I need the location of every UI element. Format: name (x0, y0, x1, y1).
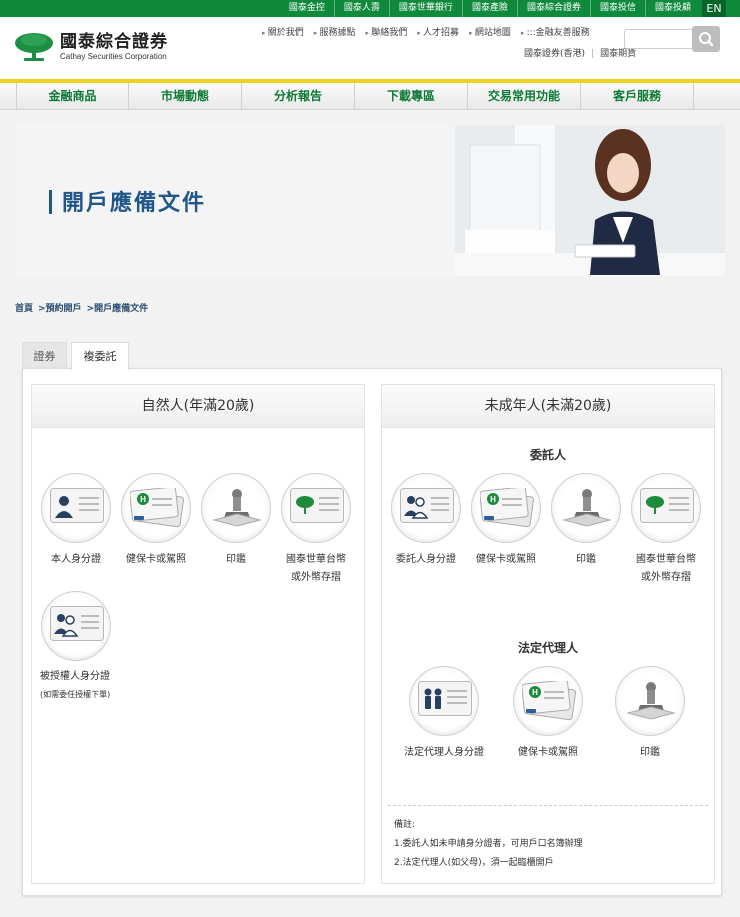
search-icon (699, 32, 714, 47)
doc-item: 國泰世華台幣 或外幣存摺 (276, 473, 356, 587)
banner-photo-illustration (455, 125, 725, 276)
doc-label: 法定代理人身分證 (404, 747, 484, 758)
doc-note-authorized: (如需委任授權下單) (40, 690, 111, 699)
doc-item: H 健保卡或駕照 (508, 666, 588, 762)
breadcrumb-booking[interactable]: >預約開戶 (38, 304, 82, 314)
doc-item: 印鑑 (196, 473, 276, 569)
search-box (624, 26, 720, 52)
seal-stamp-icon (562, 489, 612, 527)
svg-text:H: H (532, 688, 538, 697)
doc-label: 本人身分證 (51, 554, 101, 565)
passbook-icon (290, 488, 344, 523)
notes-title: 備註: (394, 820, 416, 830)
group-link[interactable]: 國泰世華銀行 (388, 0, 462, 17)
doc-label: 國泰世華台幣 或外幣存摺 (286, 554, 346, 583)
tab-sub-brokerage[interactable]: 複委託 (71, 342, 129, 370)
notes: 備註: 1.委託人如未申請身分證者，可用戶口名簿辦理 2.法定代理人(如父母)，… (388, 805, 708, 873)
svg-text:H: H (140, 495, 146, 504)
doc-item: 印鑑 (546, 473, 626, 569)
link-sitemap[interactable]: 網站地圖 (469, 25, 511, 38)
main-nav: 金融商品 市場動態 分析報告 下載專區 交易常用功能 客戶服務 (0, 83, 740, 110)
nav-customer-service[interactable]: 客戶服務 (581, 83, 694, 110)
tab-securities[interactable]: 證券 (22, 342, 67, 369)
tree-logo-icon (15, 33, 53, 61)
doc-item: 法定代理人身分證 (404, 666, 484, 762)
breadcrumb: 首頁 >預約開戶 >開戶應備文件 (15, 301, 153, 314)
passbook-icon (640, 488, 694, 523)
note-line: 1.委託人如未申請身分證者，可用戶口名簿辦理 (394, 839, 583, 849)
group-link[interactable]: 國泰金控 (280, 0, 334, 17)
health-card-icon: H (130, 488, 184, 528)
minor-column: 未成年人(未滿20歲) 委託人 委託人身分證 H 健保卡或駕照 印鑑 國泰世華台… (381, 384, 715, 884)
subsidiary-links: 國泰證券(香港) | 國泰期貨 (524, 49, 637, 59)
principal-section-title: 委託人 (529, 448, 566, 462)
doc-item: H 健保卡或駕照 (466, 473, 546, 569)
banner-title: 開戶應備文件 (49, 185, 206, 217)
health-card-icon: H (522, 681, 576, 721)
doc-item: 國泰世華台幣 或外幣存摺 (626, 473, 706, 587)
doc-item: 印鑑 (610, 666, 690, 762)
link-hk[interactable]: 國泰證券(香港) (524, 49, 585, 59)
group-link[interactable]: 國泰人壽 (333, 0, 389, 17)
doc-label: 印鑑 (226, 554, 246, 565)
doc-label: 健保卡或駕照 (518, 747, 578, 758)
seal-stamp-icon (626, 682, 676, 720)
page-banner: 開戶應備文件 (15, 125, 725, 276)
principal-id-icon (400, 488, 454, 523)
header: 國泰綜合證券 Cathay Securities Corporation 關於我… (0, 17, 740, 79)
group-link[interactable]: 國泰綜合證券 (516, 0, 590, 17)
doc-label: 印鑑 (640, 747, 660, 758)
guardian-id-icon (418, 681, 472, 716)
logo-chinese-name: 國泰綜合證券 (60, 32, 168, 52)
doc-item-authorized (36, 591, 116, 661)
nav-analysis-reports[interactable]: 分析報告 (242, 83, 355, 110)
doc-label: 委託人身分證 (396, 554, 456, 565)
link-careers[interactable]: 人才招募 (417, 25, 459, 38)
doc-label: 印鑑 (576, 554, 596, 565)
doc-label: 健保卡或駕照 (126, 554, 186, 565)
link-friendly-service[interactable]: :::金融友善服務 (521, 25, 590, 38)
search-button[interactable] (692, 26, 720, 52)
top-bar: 國泰金控 國泰人壽 國泰世華銀行 國泰產險 國泰綜合證券 國泰投信 國泰投顧 E… (0, 0, 740, 17)
link-contact[interactable]: 聯絡我們 (366, 25, 407, 38)
adult-column: 自然人(年滿20歲) 本人身分證 H 健保卡或駕照 印鑑 國泰世華台幣 或外幣存… (31, 384, 365, 884)
language-en-button[interactable]: EN (702, 0, 726, 17)
doc-label: 健保卡或駕照 (476, 554, 536, 565)
guardian-section-title: 法定代理人 (517, 641, 578, 655)
adult-column-title: 自然人(年滿20歲) (32, 385, 364, 428)
nav-trading-functions[interactable]: 交易常用功能 (468, 83, 581, 110)
content-panel: 自然人(年滿20歲) 本人身分證 H 健保卡或駕照 印鑑 國泰世華台幣 或外幣存… (22, 368, 722, 896)
logo[interactable]: 國泰綜合證券 Cathay Securities Corporation (14, 31, 168, 63)
doc-item: H 健保卡或駕照 (116, 473, 196, 569)
nav-downloads[interactable]: 下載專區 (355, 83, 468, 110)
breadcrumb-home[interactable]: 首頁 (15, 304, 33, 314)
svg-text:H: H (490, 495, 496, 504)
minor-column-title: 未成年人(未滿20歲) (382, 385, 714, 428)
search-input[interactable] (624, 29, 694, 49)
logo-english-name: Cathay Securities Corporation (60, 52, 167, 61)
note-line: 2.法定代理人(如父母)，須一起臨櫃開戶 (394, 858, 554, 868)
breadcrumb-current: >開戶應備文件 (86, 304, 149, 314)
seal-stamp-icon (212, 489, 262, 527)
authorized-id-icon (50, 606, 104, 641)
utility-links: 關於我們 服務據點 聯絡我們 人才招募 網站地圖 :::金融友善服務 (262, 25, 600, 38)
doc-item: 委託人身分證 (386, 473, 466, 569)
id-card-icon (50, 488, 104, 523)
doc-label: 國泰世華台幣 或外幣存摺 (636, 554, 696, 583)
link-branches[interactable]: 服務據點 (314, 25, 356, 38)
doc-label-authorized: 被授權人身分證 (40, 671, 110, 682)
group-link[interactable]: 國泰產險 (461, 0, 517, 17)
nav-market-news[interactable]: 市場動態 (129, 83, 242, 110)
doc-item: 本人身分證 (36, 473, 116, 569)
nav-financial-products[interactable]: 金融商品 (16, 83, 129, 110)
health-card-icon: H (480, 488, 534, 528)
group-link[interactable]: 國泰投信 (589, 0, 645, 17)
group-link[interactable]: 國泰投顧 (644, 0, 700, 17)
link-about[interactable]: 關於我們 (262, 25, 304, 38)
group-links: 國泰金控 國泰人壽 國泰世華銀行 國泰產險 國泰綜合證券 國泰投信 國泰投顧 (280, 0, 700, 17)
